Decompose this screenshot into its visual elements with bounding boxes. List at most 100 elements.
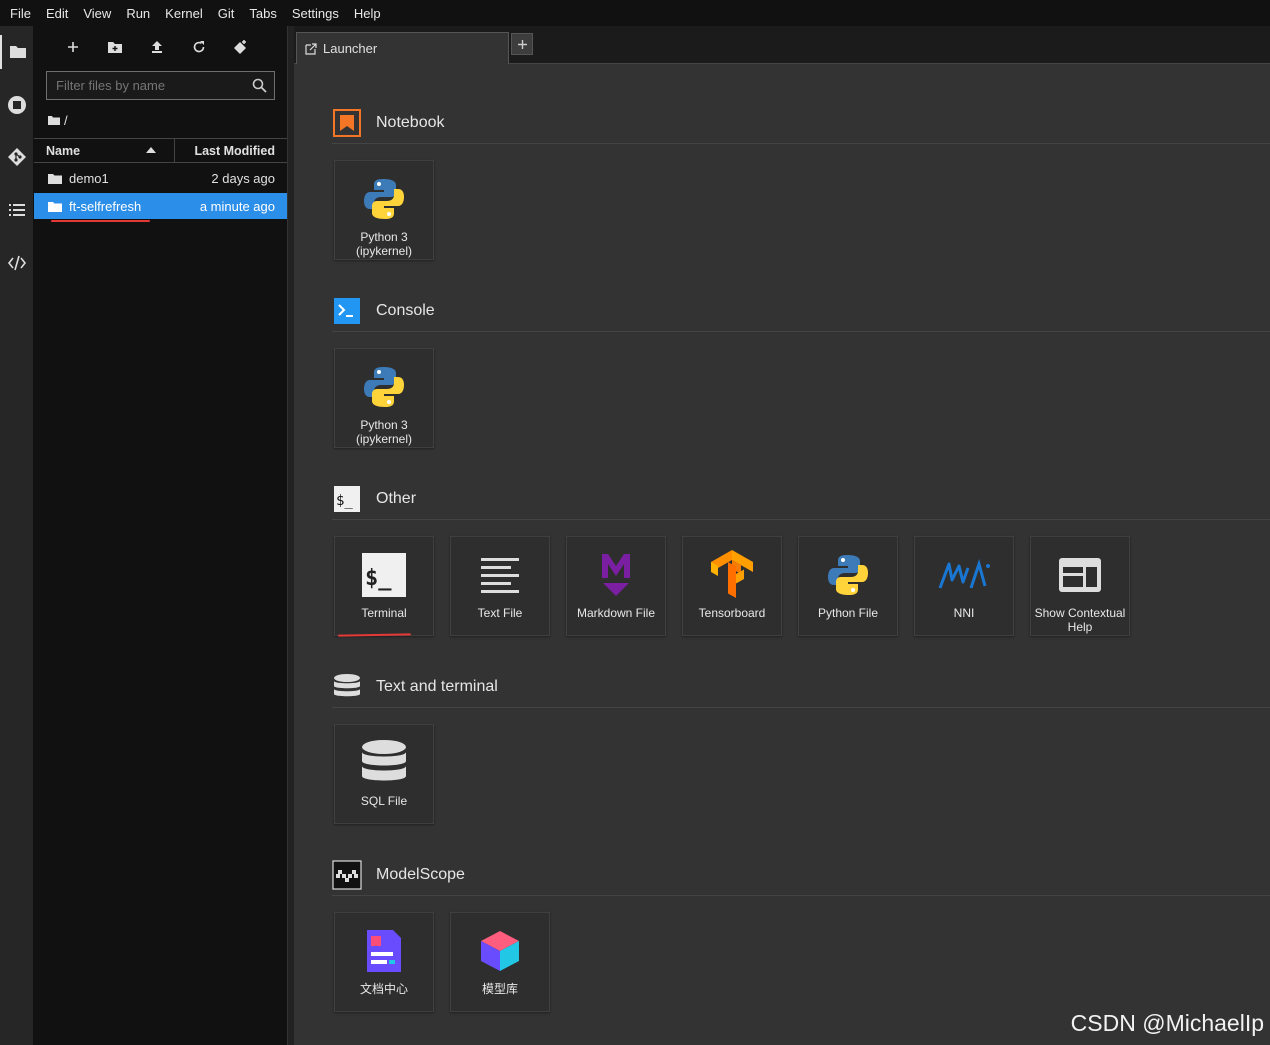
tab-label: Launcher — [323, 41, 378, 56]
breadcrumb-root[interactable]: / — [64, 113, 68, 128]
card-label: Show Contextual Help — [1034, 606, 1126, 634]
annotation-underline — [51, 220, 150, 222]
filter-files-box — [46, 71, 275, 100]
launcher-section-text-and-terminal: Text and terminal SQL File — [332, 666, 1270, 824]
launcher-card-nni[interactable]: NNI — [914, 536, 1014, 636]
menu-tabs[interactable]: Tabs — [243, 6, 282, 21]
file-row-ft-selfrefresh[interactable]: ft-selfrefresh a minute ago — [34, 193, 287, 219]
section-title: Notebook — [376, 113, 445, 131]
launcher-card-terminal[interactable]: $_ Terminal — [334, 536, 434, 636]
section-title: Other — [376, 489, 417, 507]
file-name: demo1 — [69, 170, 109, 186]
refresh-icon — [193, 41, 205, 53]
card-label: NNI — [953, 606, 975, 620]
git-clone-icon — [234, 40, 246, 54]
notebook-icon — [332, 108, 362, 138]
tab-bar: Launcher — [294, 26, 1270, 64]
launcher-card-notebook-python3[interactable]: Python 3 (ipykernel) — [334, 160, 434, 260]
upload-button[interactable] — [136, 32, 178, 62]
document-icon — [356, 923, 412, 979]
menu-kernel[interactable]: Kernel — [159, 6, 209, 21]
git-tab[interactable] — [0, 140, 34, 174]
tab-launcher[interactable]: Launcher — [296, 32, 509, 64]
folder-icon — [10, 46, 26, 58]
menu-bar: File Edit View Run Kernel Git Tabs Setti… — [0, 0, 1270, 26]
running-sessions-tab[interactable] — [0, 88, 34, 122]
menu-settings[interactable]: Settings — [286, 6, 345, 21]
modelscope-icon — [332, 859, 362, 890]
folder-icon — [48, 173, 62, 184]
file-row-demo1[interactable]: demo1 2 days ago — [34, 165, 287, 191]
git-clone-button[interactable] — [220, 32, 262, 62]
python-icon — [356, 171, 412, 227]
menu-edit[interactable]: Edit — [40, 6, 74, 21]
launcher-card-markdown-file[interactable]: Markdown File — [566, 536, 666, 636]
new-launcher-button[interactable] — [52, 32, 94, 62]
python-icon — [820, 547, 876, 603]
database-icon — [332, 672, 362, 702]
menu-run[interactable]: Run — [120, 6, 156, 21]
file-browser-tab[interactable] — [0, 35, 34, 69]
folder-icon[interactable] — [48, 115, 60, 125]
menu-git[interactable]: Git — [212, 6, 241, 21]
git-icon — [8, 148, 26, 166]
menu-view[interactable]: View — [77, 6, 117, 21]
column-name-label: Name — [46, 143, 81, 158]
running-icon — [8, 96, 26, 114]
card-label: Python 3 (ipykernel) — [355, 418, 412, 446]
column-name-header[interactable]: Name — [34, 139, 175, 162]
property-inspector-tab[interactable] — [0, 246, 34, 280]
new-folder-button[interactable] — [94, 32, 136, 62]
text-file-icon — [472, 547, 528, 603]
launcher-card-sql-file[interactable]: SQL File — [334, 724, 434, 824]
file-modified: a minute ago — [199, 198, 275, 214]
toc-tab[interactable] — [0, 193, 34, 227]
folder-icon — [48, 201, 62, 212]
activity-bar — [0, 26, 34, 1045]
launcher-card-python-file[interactable]: Python File — [798, 536, 898, 636]
upload-icon — [152, 41, 162, 53]
add-tab-button[interactable] — [511, 33, 533, 55]
launcher-card-console-python3[interactable]: Python 3 (ipykernel) — [334, 348, 434, 448]
file-name: ft-selfrefresh — [69, 198, 142, 214]
card-label: Tensorboard — [698, 606, 766, 620]
cube-icon — [472, 923, 528, 979]
main-area: Launcher Notebook Python 3 (ipykernel) C… — [294, 26, 1270, 1045]
section-title: Console — [376, 301, 435, 319]
menu-file[interactable]: File — [4, 6, 37, 21]
file-list-header: Name Last Modified — [34, 138, 287, 163]
column-modified-header[interactable]: Last Modified — [175, 144, 287, 158]
terminal-section-icon: $_ — [332, 484, 362, 514]
section-title: ModelScope — [376, 865, 465, 883]
nni-icon — [936, 547, 992, 603]
launcher-section-console: Console Python 3 (ipykernel) — [332, 290, 1270, 448]
launcher-card-contextual-help[interactable]: Show Contextual Help — [1030, 536, 1130, 636]
launcher-section-modelscope: ModelScope 文档中心 模型库 — [332, 854, 1270, 1012]
launcher-card-doc-center[interactable]: 文档中心 — [334, 912, 434, 1012]
launcher-card-model-hub[interactable]: 模型库 — [450, 912, 550, 1012]
card-label: Markdown File — [576, 606, 656, 620]
terminal-icon: $_ — [356, 547, 412, 603]
card-label: 模型库 — [481, 982, 518, 996]
tensorflow-icon — [704, 547, 760, 603]
database-icon — [356, 735, 412, 791]
svg-text:$_: $_ — [365, 566, 392, 591]
launcher-icon — [305, 42, 317, 55]
search-icon — [252, 78, 267, 93]
plus-icon — [517, 39, 527, 49]
sort-ascending-icon — [146, 147, 156, 153]
new-folder-icon — [108, 41, 122, 53]
launcher-card-tensorboard[interactable]: Tensorboard — [682, 536, 782, 636]
file-modified: 2 days ago — [211, 170, 275, 186]
console-icon — [332, 296, 362, 326]
markdown-icon — [588, 547, 644, 603]
panel-splitter[interactable] — [287, 26, 294, 1045]
toc-icon — [9, 204, 25, 216]
launcher-card-text-file[interactable]: Text File — [450, 536, 550, 636]
menu-help[interactable]: Help — [348, 6, 387, 21]
card-label: Python File — [817, 606, 879, 620]
card-label: 文档中心 — [359, 982, 408, 996]
filter-files-input[interactable] — [56, 78, 246, 93]
launcher-section-other: $_ Other $_ Terminal Text File Markdown … — [332, 478, 1270, 636]
refresh-button[interactable] — [178, 32, 220, 62]
